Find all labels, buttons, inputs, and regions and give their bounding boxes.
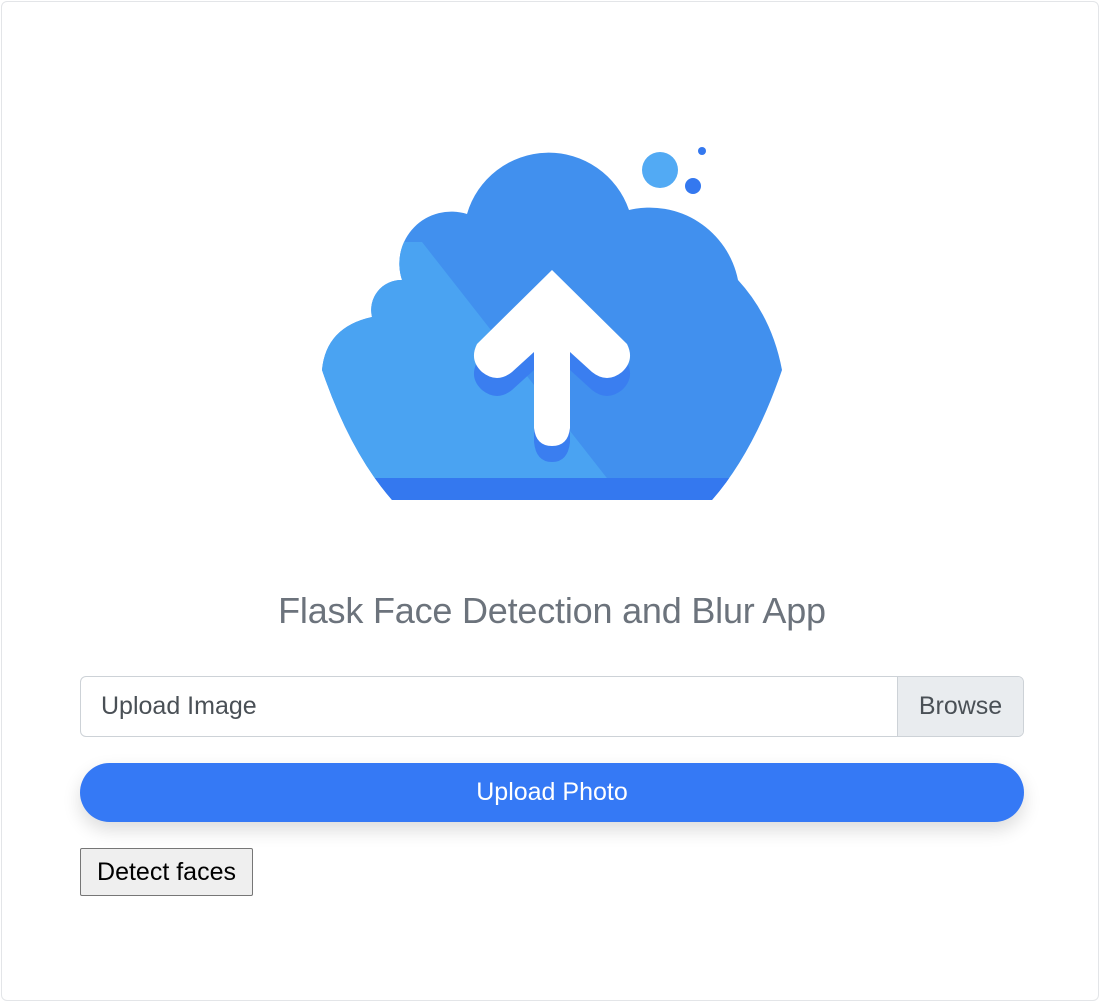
bubble-medium xyxy=(685,178,701,194)
upload-photo-button[interactable]: Upload Photo xyxy=(80,763,1024,822)
bubble-small xyxy=(698,147,706,155)
upload-card: Flask Face Detection and Blur App Upload… xyxy=(1,1,1099,1001)
detect-faces-button[interactable]: Detect faces xyxy=(80,848,253,896)
cloud-upload-icon xyxy=(322,147,782,500)
file-input-label[interactable]: Upload Image xyxy=(81,677,897,736)
page-title: Flask Face Detection and Blur App xyxy=(278,590,826,631)
file-upload-input[interactable]: Upload Image Browse xyxy=(80,676,1024,737)
bubble-large xyxy=(642,152,678,188)
browse-button[interactable]: Browse xyxy=(897,677,1023,736)
